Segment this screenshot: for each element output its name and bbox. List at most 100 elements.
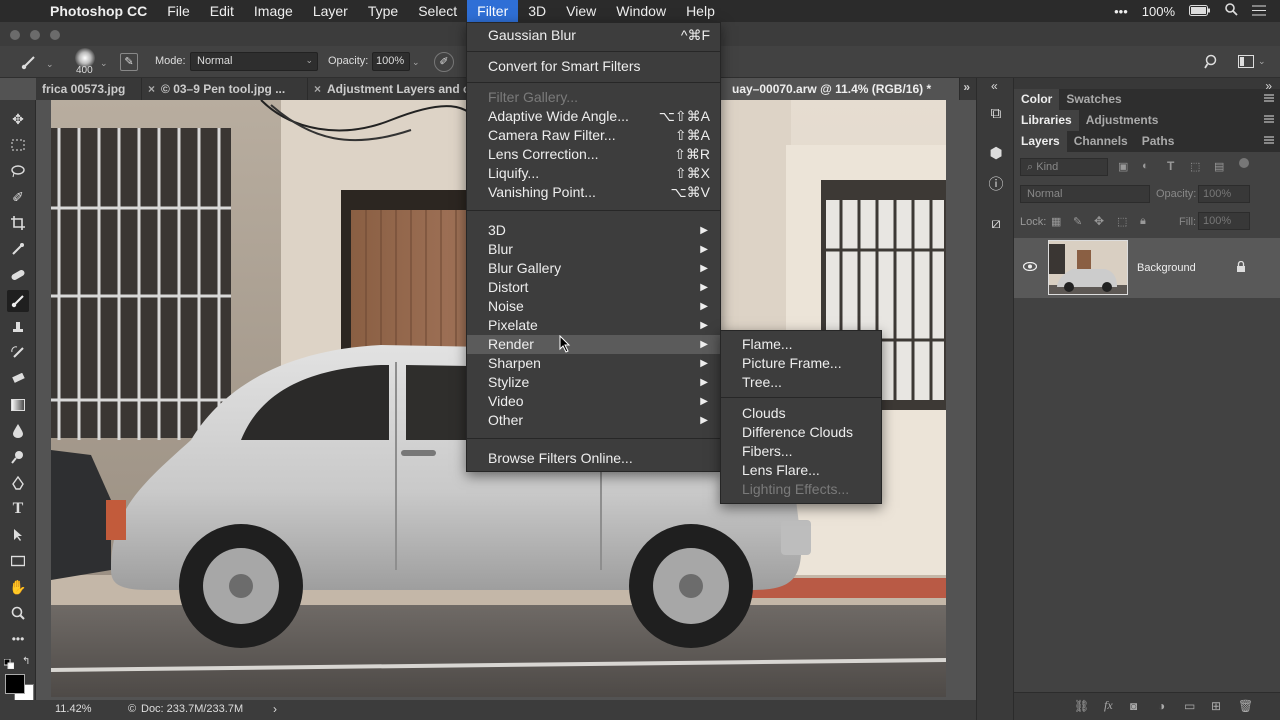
pressure-opacity-icon[interactable]: ✐ xyxy=(434,52,454,72)
menu-type[interactable]: Type xyxy=(358,0,408,22)
brush-panel-toggle-icon[interactable]: ✎ xyxy=(120,53,138,71)
menu-item-blur-gallery[interactable]: Blur Gallery ▶ xyxy=(467,259,720,278)
history-brush-tool-icon[interactable] xyxy=(7,342,29,364)
workspace-chevron-icon[interactable]: ⌄ xyxy=(1258,56,1266,67)
notification-list-icon[interactable] xyxy=(1252,4,1266,19)
panel-menu-icon[interactable] xyxy=(1264,115,1274,123)
menu-item-pixelate[interactable]: Pixelate ▶ xyxy=(467,316,720,335)
hand-tool-icon[interactable]: ✋ xyxy=(7,576,29,598)
type-filter-icon[interactable]: T xyxy=(1167,159,1174,173)
menu-item-difference-clouds[interactable]: Difference Clouds xyxy=(721,423,881,442)
menu-item-other[interactable]: Other ▶ xyxy=(467,411,720,430)
layer-opacity-field[interactable]: 100% xyxy=(1198,185,1250,203)
smart-object-filter-icon[interactable]: ▤ xyxy=(1214,160,1224,173)
opacity-field[interactable]: 100% xyxy=(372,52,410,71)
menu-item-picture-frame[interactable]: Picture Frame... xyxy=(721,354,881,373)
more-dots-icon[interactable]: ••• xyxy=(1114,4,1128,19)
doc-info-icon[interactable]: © xyxy=(128,703,136,715)
rectangle-tool-icon[interactable] xyxy=(7,550,29,572)
blur-tool-icon[interactable] xyxy=(7,420,29,442)
zoom-tool-icon[interactable] xyxy=(7,602,29,624)
type-tool-icon[interactable]: T xyxy=(7,498,29,520)
menu-image[interactable]: Image xyxy=(244,0,303,22)
menu-view[interactable]: View xyxy=(556,0,606,22)
zoom-level[interactable]: 11.42% xyxy=(55,703,92,715)
history-icon[interactable]: ⧉ xyxy=(985,102,1007,124)
close-icon[interactable]: × xyxy=(314,82,321,96)
edit-toolbar-icon[interactable]: ••• xyxy=(7,628,29,650)
adjustment-filter-icon[interactable]: ◐ xyxy=(1142,160,1149,172)
menu-app-name[interactable]: Photoshop CC xyxy=(40,0,157,22)
lasso-tool-icon[interactable] xyxy=(7,160,29,182)
menu-item-render[interactable]: Render ▶ xyxy=(467,335,720,354)
quick-selection-tool-icon[interactable]: ✐ xyxy=(7,186,29,208)
swap-colors-icon[interactable]: ↰ xyxy=(22,656,30,667)
tab-swatches[interactable]: Swatches xyxy=(1059,89,1128,110)
gradient-tool-icon[interactable] xyxy=(7,394,29,416)
filter-toggle-icon[interactable] xyxy=(1239,158,1249,168)
menu-item-browse-filters-online[interactable]: Browse Filters Online... xyxy=(467,449,720,468)
menu-item-liquify[interactable]: Liquify... ⇧⌘X xyxy=(467,164,720,183)
layer-row[interactable]: Background xyxy=(1014,238,1280,298)
menu-filter[interactable]: Filter xyxy=(467,0,519,22)
search-icon[interactable] xyxy=(1204,54,1220,73)
tab-adjustments[interactable]: Adjustments xyxy=(1079,110,1166,131)
clone-stamp-tool-icon[interactable] xyxy=(7,316,29,338)
info-icon[interactable]: ⓘ xyxy=(985,172,1007,194)
menu-item-lens-flare[interactable]: Lens Flare... xyxy=(721,461,881,480)
menu-item-clouds[interactable]: Clouds xyxy=(721,404,881,423)
dodge-tool-icon[interactable] xyxy=(7,446,29,468)
opacity-chevron-icon[interactable]: ⌄ xyxy=(412,57,420,68)
panel-menu-icon[interactable] xyxy=(1264,136,1274,144)
fx-icon[interactable]: fx xyxy=(1104,698,1113,713)
menu-item-sharpen[interactable]: Sharpen ▶ xyxy=(467,354,720,373)
move-tool-icon[interactable]: ✥ xyxy=(7,108,29,130)
new-group-icon[interactable]: ▭ xyxy=(1184,699,1195,713)
crop-tool-icon[interactable] xyxy=(7,212,29,234)
workspace-icon[interactable] xyxy=(1238,55,1254,71)
tool-preset-chevron-icon[interactable]: ⌄ xyxy=(46,59,54,70)
pen-tool-icon[interactable] xyxy=(7,472,29,494)
menu-help[interactable]: Help xyxy=(676,0,725,22)
brush-picker-chevron-icon[interactable]: ⌄ xyxy=(100,58,108,69)
marquee-tool-icon[interactable] xyxy=(7,134,29,156)
menu-item-fibers[interactable]: Fibers... xyxy=(721,442,881,461)
menu-item-distort[interactable]: Distort ▶ xyxy=(467,278,720,297)
lock-pixels-icon[interactable]: ✎ xyxy=(1073,215,1082,228)
menu-item-vanishing-point[interactable]: Vanishing Point... ⌥⌘V xyxy=(467,183,720,202)
menu-item-3d[interactable]: 3D ▶ xyxy=(467,221,720,240)
menu-item-gaussian-blur[interactable]: Gaussian Blur ^⌘F xyxy=(467,26,720,45)
menu-item-convert-smart-filters[interactable]: Convert for Smart Filters xyxy=(467,57,720,76)
doc-tab[interactable]: × Adjustment Layers and o xyxy=(308,78,468,100)
fill-field[interactable]: 100% xyxy=(1198,212,1250,230)
menu-3d[interactable]: 3D xyxy=(518,0,556,22)
close-icon[interactable]: × xyxy=(148,82,155,96)
properties-icon[interactable]: ⧄ xyxy=(985,212,1007,234)
tab-color[interactable]: Color xyxy=(1014,89,1060,110)
panel-menu-icon[interactable] xyxy=(1264,94,1274,102)
doc-tab[interactable]: frica 00573.jpg xyxy=(36,78,142,100)
add-mask-icon[interactable]: ◙ xyxy=(1130,699,1137,713)
collapse-panels-icon[interactable]: « xyxy=(991,79,998,93)
window-minimize-button[interactable] xyxy=(30,30,40,40)
lock-position-icon[interactable]: ✥ xyxy=(1094,214,1104,228)
menu-select[interactable]: Select xyxy=(408,0,467,22)
menu-item-lens-correction[interactable]: Lens Correction... ⇧⌘R xyxy=(467,145,720,164)
menu-item-video[interactable]: Video ▶ xyxy=(467,392,720,411)
tab-paths[interactable]: Paths xyxy=(1135,131,1182,152)
shape-filter-icon[interactable]: ⬚ xyxy=(1190,160,1200,173)
menu-item-blur[interactable]: Blur ▶ xyxy=(467,240,720,259)
menu-layer[interactable]: Layer xyxy=(303,0,358,22)
lock-transparent-icon[interactable]: ▦ xyxy=(1051,215,1061,228)
link-layers-icon[interactable]: ⛓ xyxy=(1074,699,1089,713)
menu-item-adaptive-wide-angle[interactable]: Adaptive Wide Angle... ⌥⇧⌘A xyxy=(467,107,720,126)
menu-item-stylize[interactable]: Stylize ▶ xyxy=(467,373,720,392)
brush-tool-icon[interactable] xyxy=(7,290,29,312)
foreground-color-swatch[interactable] xyxy=(5,674,25,694)
menu-edit[interactable]: Edit xyxy=(200,0,244,22)
window-zoom-button[interactable] xyxy=(50,30,60,40)
trash-icon[interactable]: 🗑︎ xyxy=(1238,699,1253,713)
doc-tab[interactable]: × © 03–9 Pen tool.jpg ... xyxy=(142,78,308,100)
healing-brush-tool-icon[interactable] xyxy=(7,264,29,286)
menu-item-noise[interactable]: Noise ▶ xyxy=(467,297,720,316)
